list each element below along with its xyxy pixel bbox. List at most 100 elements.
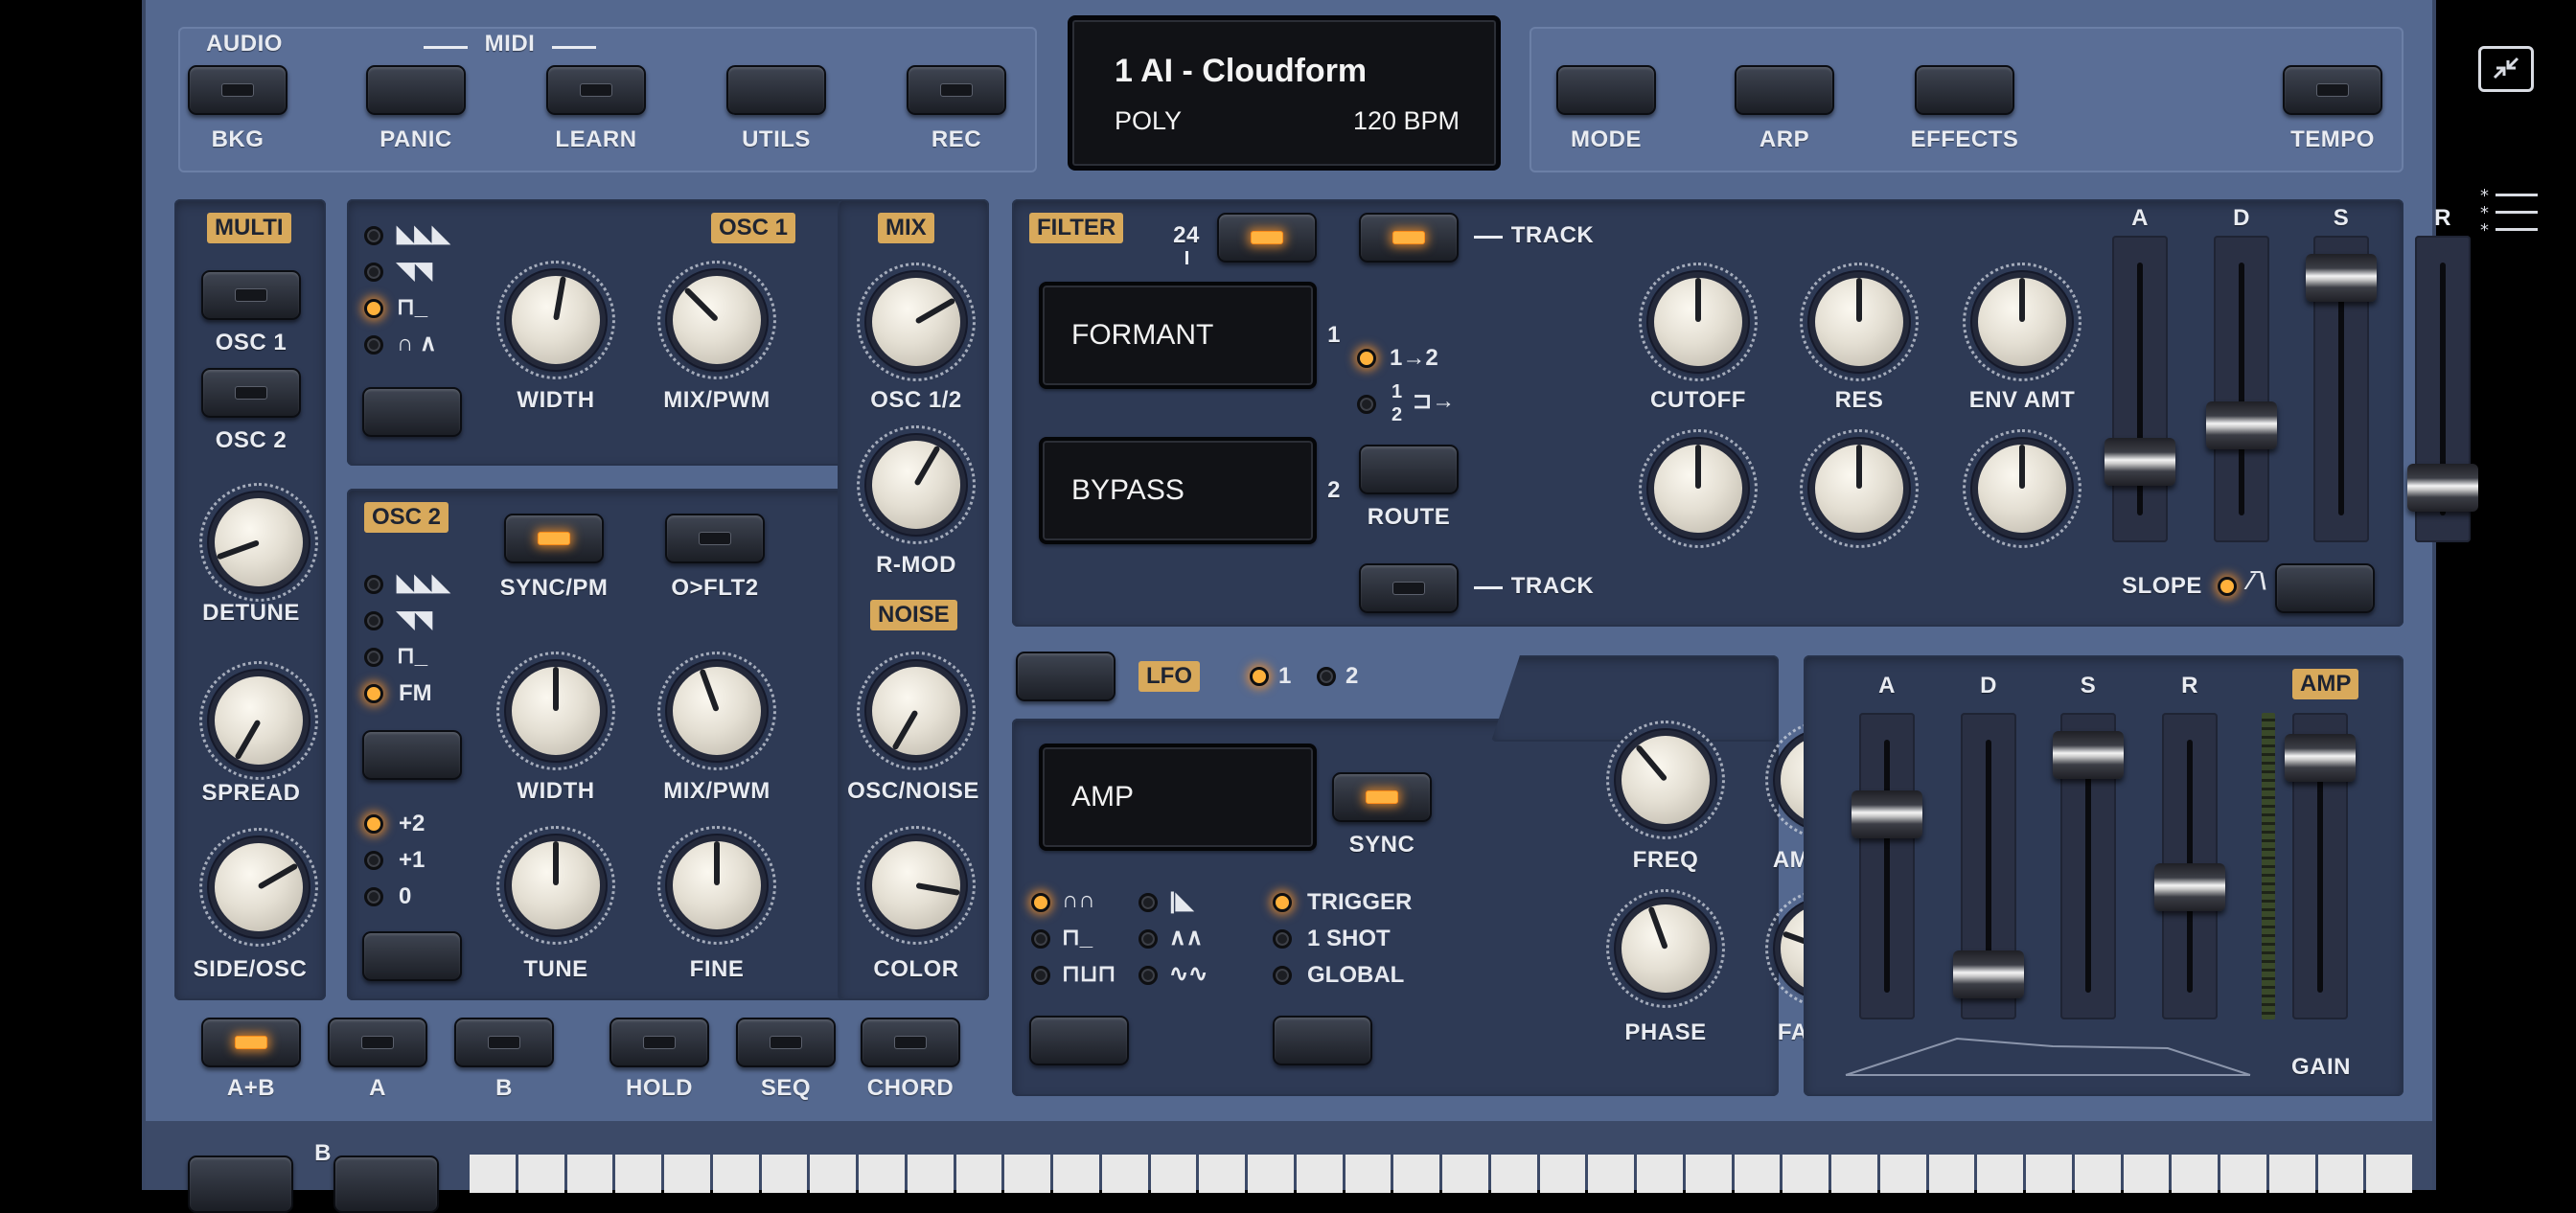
osc2-width-knob[interactable] (496, 652, 615, 770)
effects-button[interactable] (1915, 65, 2014, 115)
lfo-phase-knob[interactable] (1606, 889, 1725, 1008)
trigger-led[interactable] (1273, 893, 1292, 912)
gain-cap[interactable] (2285, 734, 2356, 782)
slope-button[interactable] (2275, 563, 2375, 613)
route-button[interactable] (1359, 445, 1459, 494)
lfo-dest-display[interactable]: AMP (1039, 744, 1317, 851)
color-knob[interactable] (857, 826, 976, 945)
arp-button[interactable] (1735, 65, 1834, 115)
osc1-triangle-led[interactable] (364, 335, 383, 355)
fenv-r-cap[interactable] (2407, 464, 2478, 512)
panic-button[interactable] (366, 65, 466, 115)
lfo-button[interactable] (1016, 652, 1116, 701)
lfo-trigger-button[interactable] (1273, 1016, 1372, 1065)
fine-knob[interactable] (657, 826, 776, 945)
env-amt2-knob[interactable] (1963, 429, 2082, 548)
osc2-saw-led[interactable] (364, 575, 383, 594)
chord-button[interactable] (861, 1018, 960, 1067)
multi-osc1-button[interactable] (201, 270, 301, 320)
osc2-square-led[interactable] (364, 648, 383, 667)
osc1-width-knob[interactable] (496, 261, 615, 379)
osc1-mix-pwm-knob[interactable] (657, 261, 776, 379)
mod-wheel[interactable] (334, 1156, 439, 1213)
osc1-square-led[interactable] (364, 299, 383, 318)
tune-knob[interactable] (496, 826, 615, 945)
lfo-random-led[interactable] (1031, 966, 1050, 985)
lfo-wave-button[interactable] (1029, 1016, 1129, 1065)
track1-button[interactable] (1359, 213, 1459, 263)
lfo-sine-led[interactable] (1031, 893, 1050, 912)
one-shot-led[interactable] (1273, 929, 1292, 949)
rmod-knob[interactable] (857, 425, 976, 544)
env-amt-knob[interactable] (1963, 263, 2082, 381)
res-knob[interactable] (1800, 263, 1919, 381)
learn-button[interactable] (546, 65, 646, 115)
slope-24-button[interactable] (1217, 213, 1317, 263)
osc12-knob[interactable] (857, 263, 976, 381)
fenv-r-fader[interactable] (2407, 236, 2478, 542)
fenv-d-fader[interactable] (2206, 236, 2277, 542)
lfo-triangle-led[interactable] (1138, 929, 1158, 949)
mode-button[interactable] (1556, 65, 1656, 115)
cutoff2-knob[interactable] (1639, 429, 1758, 548)
lfo-square-led[interactable] (1031, 929, 1050, 949)
b-button[interactable] (454, 1018, 554, 1067)
oct-0-led[interactable] (364, 887, 383, 906)
aenv-d-fader[interactable] (1953, 713, 2024, 1019)
rec-button[interactable] (907, 65, 1006, 115)
oct-plus2-led[interactable] (364, 814, 383, 834)
multi-osc2-button[interactable] (201, 368, 301, 418)
exit-fullscreen-icon[interactable] (2478, 46, 2534, 92)
lfo-ramp-led[interactable] (1138, 893, 1158, 912)
hold-button[interactable] (610, 1018, 709, 1067)
osc1-saw-led[interactable] (364, 226, 383, 245)
aenv-r-fader[interactable] (2154, 713, 2225, 1019)
side-osc-knob[interactable] (199, 828, 318, 947)
fenv-d-cap[interactable] (2206, 401, 2277, 449)
aenv-d-cap[interactable] (1953, 950, 2024, 998)
ab-button[interactable] (201, 1018, 301, 1067)
osc1-wave-button[interactable] (362, 387, 462, 437)
lfo1-led[interactable] (1250, 667, 1269, 686)
lfo2-led[interactable] (1317, 667, 1336, 686)
preset-list-icon[interactable]: * * * (2478, 188, 2540, 236)
global-led[interactable] (1273, 966, 1292, 985)
detune-knob[interactable] (199, 483, 318, 602)
octave-button[interactable] (362, 931, 462, 981)
sync-pm-button[interactable] (504, 514, 604, 563)
res2-knob[interactable] (1800, 429, 1919, 548)
aenv-s-fader[interactable] (2053, 713, 2124, 1019)
filter2-type-display[interactable]: BYPASS (1039, 437, 1317, 544)
route-serial-led[interactable] (1357, 349, 1376, 368)
slope-linear-led[interactable] (2218, 577, 2237, 596)
osc1-saw2-led[interactable] (364, 263, 383, 282)
aenv-a-cap[interactable] (1852, 790, 1922, 838)
osc-noise-knob[interactable] (857, 652, 976, 770)
cutoff-knob[interactable] (1639, 263, 1758, 381)
fenv-s-fader[interactable] (2306, 236, 2377, 542)
osc2-wave-button[interactable] (362, 730, 462, 780)
gain-fader[interactable] (2285, 713, 2356, 1019)
lfo-smooth-led[interactable] (1138, 966, 1158, 985)
fenv-a-cap[interactable] (2104, 438, 2175, 486)
piano-keys[interactable] (470, 1155, 2415, 1193)
spread-knob[interactable] (199, 661, 318, 780)
oct-plus1-led[interactable] (364, 851, 383, 870)
bkg-button[interactable] (188, 65, 288, 115)
utils-button[interactable] (726, 65, 826, 115)
preset-display[interactable]: 1 AI - Cloudform POLY 120 BPM (1068, 15, 1501, 171)
filter1-type-display[interactable]: FORMANT (1039, 282, 1317, 389)
fenv-s-cap[interactable] (2306, 254, 2377, 302)
track2-button[interactable] (1359, 563, 1459, 613)
a-button[interactable] (328, 1018, 427, 1067)
fenv-a-fader[interactable] (2104, 236, 2175, 542)
pitch-wheel[interactable] (188, 1156, 293, 1213)
osc2-fm-led[interactable] (364, 684, 383, 703)
lfo-freq-knob[interactable] (1606, 721, 1725, 839)
osc2-mix-pwm-knob[interactable] (657, 652, 776, 770)
aenv-a-fader[interactable] (1852, 713, 1922, 1019)
o-flt2-button[interactable] (665, 514, 765, 563)
tempo-button[interactable] (2283, 65, 2382, 115)
route-parallel-led[interactable] (1357, 395, 1376, 414)
osc2-saw2-led[interactable] (364, 611, 383, 630)
